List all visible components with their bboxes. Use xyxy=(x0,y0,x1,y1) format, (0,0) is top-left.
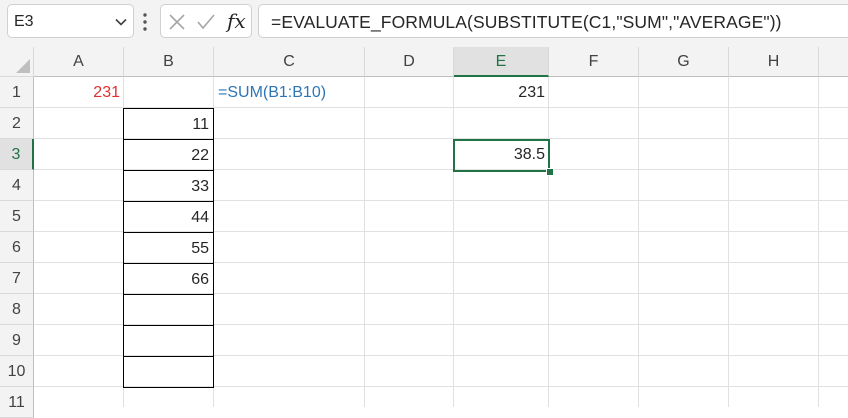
column-header-e[interactable]: E xyxy=(454,47,549,77)
row-header-5[interactable]: 5 xyxy=(0,201,34,232)
column-header-d[interactable]: D xyxy=(365,47,454,77)
column-header-h[interactable]: H xyxy=(729,47,819,77)
column-header-c[interactable]: C xyxy=(214,47,365,77)
row-header-6[interactable]: 6 xyxy=(0,232,34,263)
cell-b4[interactable]: 33 xyxy=(123,170,214,202)
gridline xyxy=(818,77,819,407)
cell-b9[interactable] xyxy=(123,325,214,357)
insert-function-icon[interactable]: fx xyxy=(227,9,246,33)
cell-b5[interactable]: 44 xyxy=(123,201,214,233)
gridline xyxy=(453,77,454,407)
gridline xyxy=(638,77,639,407)
column-header-g[interactable]: G xyxy=(639,47,729,77)
name-box-value: E3 xyxy=(14,13,34,30)
select-all-corner[interactable] xyxy=(0,47,34,77)
formula-text: =EVALUATE_FORMULA(SUBSTITUTE(C1,"SUM","A… xyxy=(271,12,782,32)
row-header-2[interactable]: 2 xyxy=(0,108,34,139)
row-header-1[interactable]: 1 xyxy=(0,77,34,108)
formula-bar-area: E3 fx =EVALUATE_FORMULA(SUBSTITUTE(C1,"S… xyxy=(0,0,848,47)
row-header-8[interactable]: 8 xyxy=(0,294,34,325)
gridline xyxy=(548,77,549,407)
select-all-triangle-icon xyxy=(16,59,30,73)
column-header-b[interactable]: B xyxy=(124,47,214,77)
row-header-3[interactable]: 3 xyxy=(0,139,34,170)
row-header-11[interactable]: 11 xyxy=(0,387,34,418)
row-header-10[interactable]: 10 xyxy=(0,356,34,387)
formula-actions: fx xyxy=(160,4,252,38)
cell-b3[interactable]: 22 xyxy=(123,139,214,171)
column-header-a[interactable]: A xyxy=(34,47,124,77)
gridline xyxy=(364,77,365,407)
cell-b7[interactable]: 66 xyxy=(123,263,214,295)
cancel-icon[interactable] xyxy=(168,13,186,31)
chevron-down-icon[interactable] xyxy=(115,16,127,28)
name-box[interactable]: E3 xyxy=(7,4,134,38)
column-header-i[interactable] xyxy=(819,47,848,77)
cell-e1[interactable]: 231 xyxy=(454,77,549,108)
gridline xyxy=(728,77,729,407)
cell-b6[interactable]: 55 xyxy=(123,232,214,264)
enter-check-icon[interactable] xyxy=(196,13,216,31)
cell-b8[interactable] xyxy=(123,294,214,326)
fill-handle[interactable] xyxy=(546,168,554,176)
row-header-9[interactable]: 9 xyxy=(0,325,34,356)
active-cell-selection xyxy=(453,139,550,172)
cell-b2[interactable]: 11 xyxy=(123,108,214,140)
cell-b10[interactable] xyxy=(123,356,214,388)
cell-c1[interactable]: =SUM(B1:B10) xyxy=(214,77,365,108)
column-header-f[interactable]: F xyxy=(549,47,639,77)
row-header-7[interactable]: 7 xyxy=(0,263,34,294)
row-header-4[interactable]: 4 xyxy=(0,170,34,201)
formula-input[interactable]: =EVALUATE_FORMULA(SUBSTITUTE(C1,"SUM","A… xyxy=(258,4,848,38)
cell-a1[interactable]: 231 xyxy=(34,77,124,108)
more-options-icon[interactable] xyxy=(143,13,147,31)
